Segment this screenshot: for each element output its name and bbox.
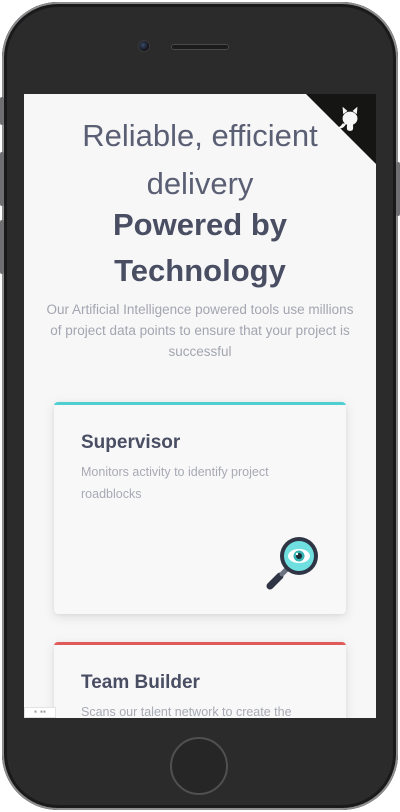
front-camera bbox=[139, 41, 149, 51]
corner-badge: ▪ ▪▪ bbox=[24, 707, 56, 718]
home-button[interactable] bbox=[170, 737, 228, 795]
card-accent-bar bbox=[54, 642, 346, 645]
earpiece-speaker bbox=[171, 44, 229, 50]
volume-down-button bbox=[0, 220, 4, 274]
hero-heading: Powered by Technology bbox=[24, 202, 376, 294]
hero-tagline: Reliable, efficient delivery bbox=[24, 112, 376, 208]
hero-heading-line-2: Technology bbox=[114, 253, 286, 288]
feature-card-team-builder[interactable]: Team Builder Scans our talent network to… bbox=[54, 642, 346, 718]
screen: Reliable, efficient delivery Powered by … bbox=[24, 94, 376, 718]
card-accent-bar bbox=[54, 402, 346, 405]
phone-frame: Reliable, efficient delivery Powered by … bbox=[0, 2, 400, 810]
card-description: Scans our talent network to create the bbox=[81, 705, 292, 718]
magnifying-eye-icon bbox=[266, 537, 318, 590]
card-description: Monitors activity to identify project ro… bbox=[81, 465, 269, 501]
feature-card-supervisor[interactable]: Supervisor Monitors activity to identify… bbox=[54, 402, 346, 614]
hero-heading-line-1: Powered by bbox=[113, 207, 287, 242]
volume-up-button bbox=[0, 152, 4, 206]
hero-subtitle: Our Artificial Intelligence powered tool… bbox=[46, 302, 354, 359]
hero-tagline-line-2: delivery bbox=[146, 166, 254, 201]
mute-switch bbox=[0, 97, 4, 125]
hero-tagline-line-1: Reliable, efficient bbox=[82, 118, 318, 153]
card-title: Team Builder bbox=[81, 672, 200, 693]
card-title: Supervisor bbox=[81, 432, 181, 453]
power-button bbox=[396, 162, 400, 216]
